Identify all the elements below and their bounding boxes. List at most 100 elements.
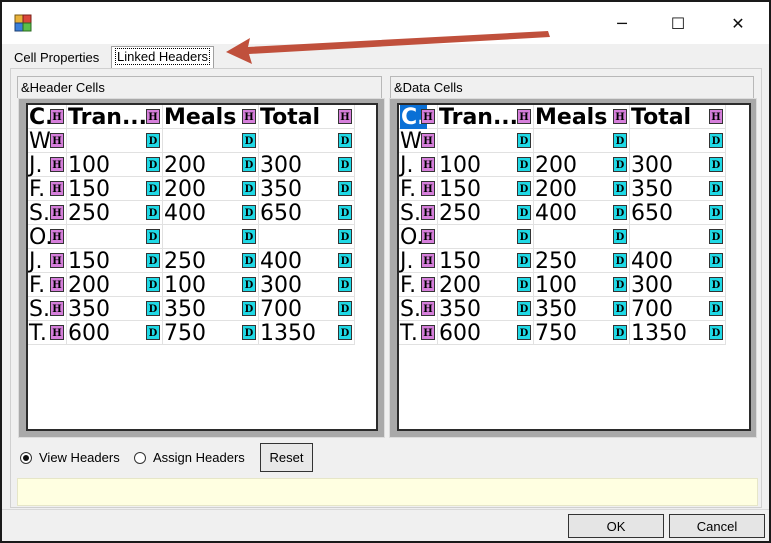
tab-cell-properties[interactable]: Cell Properties: [10, 48, 103, 69]
grid-cell[interactable]: 200 D: [534, 177, 630, 201]
grid-cell[interactable]: 750 D: [163, 321, 259, 345]
data-badge-icon: D: [709, 301, 723, 316]
grid-cell[interactable]: C. H: [399, 105, 438, 129]
grid-cell[interactable]: 1350 D: [630, 321, 726, 345]
grid-cell[interactable]: 150 D: [67, 249, 163, 273]
grid-cell[interactable]: F. H: [399, 273, 438, 297]
minimize-button[interactable]: ─: [599, 8, 645, 38]
grid-cell[interactable]: 700 D: [630, 297, 726, 321]
grid-cell[interactable]: D: [534, 225, 630, 249]
grid-cell[interactable]: 350 D: [438, 297, 534, 321]
grid-cell[interactable]: Meals H: [534, 105, 630, 129]
grid-cell[interactable]: 300 D: [630, 153, 726, 177]
grid-cell[interactable]: 300 D: [259, 273, 355, 297]
grid-cell[interactable]: D: [67, 129, 163, 153]
grid-cell[interactable]: WH: [399, 129, 438, 153]
grid-cell[interactable]: 100 D: [438, 153, 534, 177]
grid-cell[interactable]: J. H: [28, 249, 67, 273]
grid-cell[interactable]: 400 D: [259, 249, 355, 273]
grid-cell[interactable]: D: [534, 129, 630, 153]
grid-cell[interactable]: 750 D: [534, 321, 630, 345]
grid-cell[interactable]: 350 D: [630, 177, 726, 201]
grid-cell[interactable]: 650 D: [630, 201, 726, 225]
grid-cell[interactable]: D: [438, 129, 534, 153]
grid-cell[interactable]: 600 D: [67, 321, 163, 345]
grid-cell[interactable]: 200 D: [163, 153, 259, 177]
grid-cell[interactable]: S. H: [28, 201, 67, 225]
reset-button[interactable]: Reset: [260, 443, 313, 472]
grid-cell[interactable]: D: [67, 225, 163, 249]
grid-cell[interactable]: 100 D: [534, 273, 630, 297]
grid-cell[interactable]: O. H: [28, 225, 67, 249]
grid-cell[interactable]: F. H: [28, 177, 67, 201]
grid-cell[interactable]: F. H: [28, 273, 67, 297]
grid-cell[interactable]: D: [438, 225, 534, 249]
grid-cell[interactable]: 150 D: [438, 249, 534, 273]
grid-cell[interactable]: 100 D: [67, 153, 163, 177]
grid-cell[interactable]: J. H: [399, 153, 438, 177]
grid-cell[interactable]: 400 D: [630, 249, 726, 273]
grid-cell[interactable]: F. H: [399, 177, 438, 201]
grid-cell[interactable]: 600 D: [438, 321, 534, 345]
grid-cell[interactable]: 250 D: [67, 201, 163, 225]
header-cells-grid[interactable]: C. H Tran... H Meals H Total H W H D D D J. H 100 D 200 D 3…: [26, 103, 378, 431]
header-badge-icon: H: [421, 277, 435, 292]
grid-cell[interactable]: 200 D: [438, 273, 534, 297]
grid-cell[interactable]: 150 D: [67, 177, 163, 201]
grid-cell[interactable]: 250 D: [534, 249, 630, 273]
cell-text: 750: [535, 321, 577, 345]
grid-cell[interactable]: 200 D: [163, 177, 259, 201]
grid-cell[interactable]: 400 D: [163, 201, 259, 225]
header-badge-icon: H: [146, 109, 160, 124]
grid-cell[interactable]: Total H: [259, 105, 355, 129]
grid-cell[interactable]: J. H: [399, 249, 438, 273]
grid-cell[interactable]: S. H: [399, 297, 438, 321]
grid-cell[interactable]: D: [630, 129, 726, 153]
header-badge-icon: H: [709, 109, 723, 124]
maximize-button[interactable]: ☐: [655, 8, 701, 38]
data-cells-grid[interactable]: C. H Tran... H Meals H Total H W H D D D J. H 100 D 200 D 3…: [397, 103, 751, 431]
grid-cell[interactable]: C. H: [28, 105, 67, 129]
grid-cell[interactable]: 400 D: [534, 201, 630, 225]
grid-cell[interactable]: D: [259, 225, 355, 249]
grid-cell[interactable]: S. H: [28, 297, 67, 321]
grid-cell[interactable]: 350 D: [163, 297, 259, 321]
assign-headers-radio[interactable]: Assign Headers: [134, 450, 245, 465]
grid-cell[interactable]: 350 D: [259, 177, 355, 201]
grid-cell[interactable]: 700 D: [259, 297, 355, 321]
grid-cell[interactable]: 650 D: [259, 201, 355, 225]
grid-cell[interactable]: 300 D: [630, 273, 726, 297]
tab-linked-headers[interactable]: Linked Headers: [111, 46, 215, 68]
ok-button[interactable]: OK: [568, 514, 664, 538]
grid-cell[interactable]: Meals H: [163, 105, 259, 129]
cell-text: S.: [29, 201, 50, 225]
grid-cell[interactable]: 250 D: [438, 201, 534, 225]
grid-cell[interactable]: D: [630, 225, 726, 249]
grid-cell[interactable]: WH: [28, 129, 67, 153]
grid-cell[interactable]: 100 D: [163, 273, 259, 297]
header-badge-icon: H: [50, 157, 64, 172]
grid-cell[interactable]: Tran... H: [438, 105, 534, 129]
radio-unchecked-icon: [134, 451, 146, 464]
grid-cell[interactable]: D: [163, 129, 259, 153]
grid-cell[interactable]: 250 D: [163, 249, 259, 273]
grid-cell[interactable]: D: [259, 129, 355, 153]
grid-cell[interactable]: T. H: [28, 321, 67, 345]
cancel-button[interactable]: Cancel: [669, 514, 765, 538]
grid-cell[interactable]: O. H: [399, 225, 438, 249]
grid-cell[interactable]: 1350 D: [259, 321, 355, 345]
grid-cell[interactable]: Tran... H: [67, 105, 163, 129]
grid-cell[interactable]: Total H: [630, 105, 726, 129]
grid-cell[interactable]: J. H: [28, 153, 67, 177]
close-button[interactable]: ✕: [715, 8, 761, 38]
grid-cell[interactable]: 350 D: [67, 297, 163, 321]
grid-cell[interactable]: 200 D: [67, 273, 163, 297]
grid-cell[interactable]: 150 D: [438, 177, 534, 201]
grid-cell[interactable]: 350 D: [534, 297, 630, 321]
grid-cell[interactable]: D: [163, 225, 259, 249]
grid-cell[interactable]: 300 D: [259, 153, 355, 177]
grid-cell[interactable]: 200 D: [534, 153, 630, 177]
grid-cell[interactable]: T. H: [399, 321, 438, 345]
grid-cell[interactable]: S. H: [399, 201, 438, 225]
view-headers-radio[interactable]: View Headers: [20, 450, 120, 465]
